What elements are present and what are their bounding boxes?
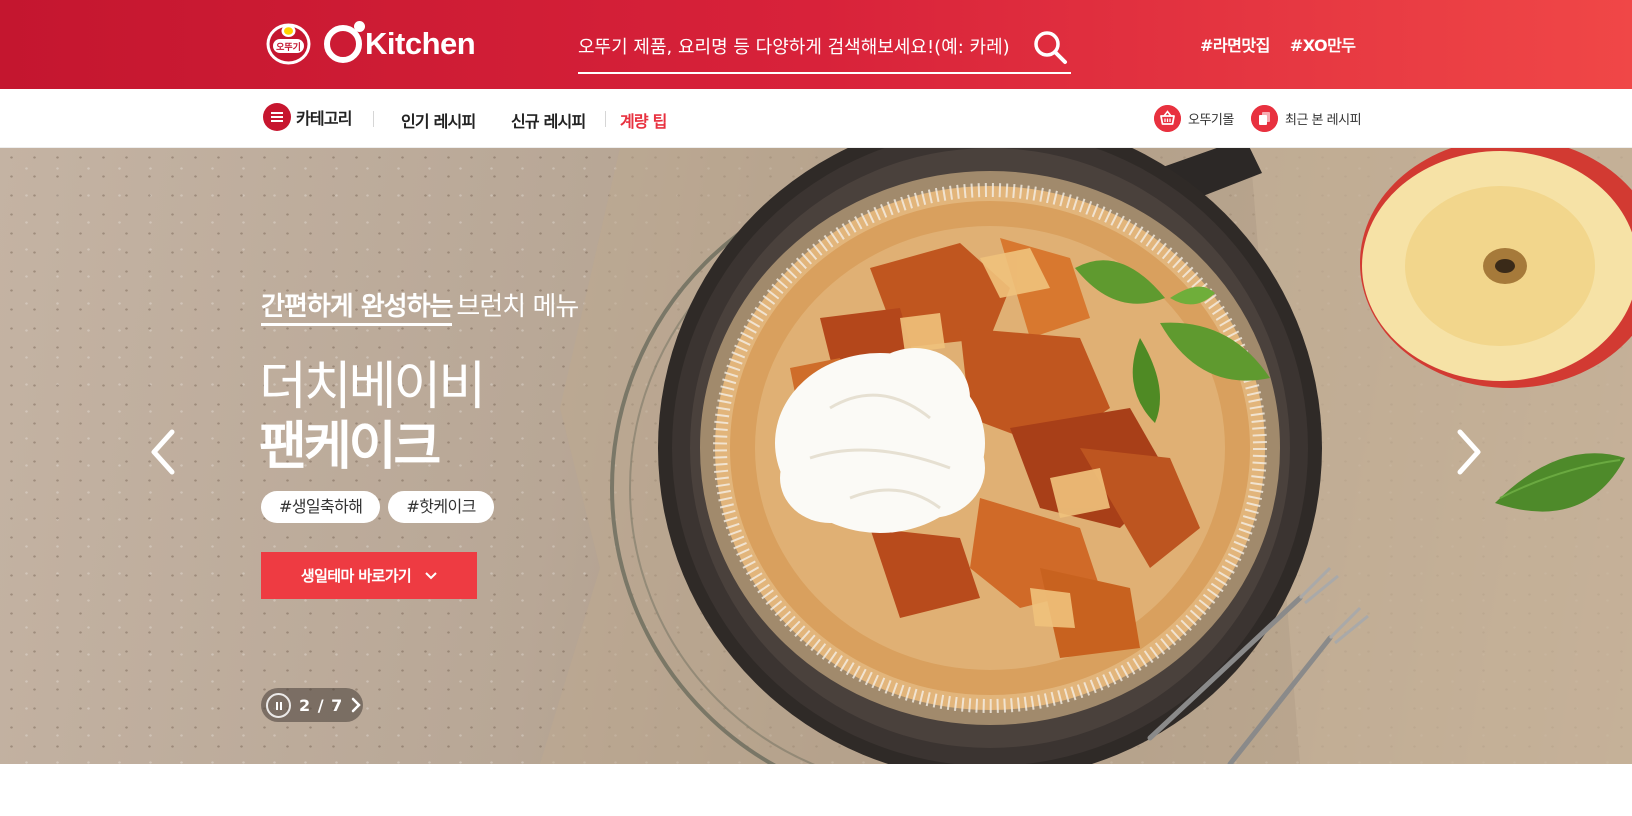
cta-label: 생일테마 바로가기 xyxy=(300,567,412,585)
menu-icon xyxy=(263,103,291,131)
trending-tags: #라면맛집 #XO만두 xyxy=(1200,32,1356,56)
search-bar xyxy=(578,24,1071,74)
slide-counter: 2 / 7 xyxy=(299,695,344,715)
ottogi-logo[interactable]: 오뚜기 xyxy=(265,22,312,66)
slide-pager: 2 / 7 xyxy=(261,688,363,722)
chevron-right-icon[interactable] xyxy=(1452,428,1484,476)
ottogi-mall-link[interactable]: 오뚜기몰 xyxy=(1154,105,1234,132)
hero-hashtags: #생일축하해 #핫케이크 xyxy=(261,491,494,523)
ottogi-mall-label: 오뚜기몰 xyxy=(1188,113,1234,128)
basket-icon xyxy=(1154,105,1181,132)
category-label: 카테고리 xyxy=(296,109,352,128)
pause-icon[interactable] xyxy=(266,692,291,718)
okitchen-o-mark xyxy=(324,21,365,63)
nav-link-measuring-tips[interactable]: 계량 팁 xyxy=(620,108,667,132)
top-header: 오뚜기 Kitchen #라면맛집 #XO만두 xyxy=(0,0,1632,89)
hero-eyebrow: 간편하게 완성하는 브런치 메뉴 xyxy=(261,286,579,326)
category-button[interactable]: 카테고리 xyxy=(263,103,352,131)
main-nav: 카테고리 인기 레시피 신규 레시피 계량 팁 오뚜기몰 최근 본 레시피 xyxy=(0,89,1632,148)
recent-recipes-link[interactable]: 최근 본 레시피 xyxy=(1251,105,1362,132)
nav-divider xyxy=(605,111,606,127)
ottogi-logo-text: 오뚜기 xyxy=(276,41,301,53)
brand-name: Kitchen xyxy=(365,26,476,61)
search-icon[interactable] xyxy=(1031,28,1069,66)
recent-recipes-label: 최근 본 레시피 xyxy=(1285,113,1362,128)
trending-tag[interactable]: #라면맛집 xyxy=(1200,32,1270,56)
chevron-down-icon xyxy=(425,571,437,579)
trending-tag[interactable]: #XO만두 xyxy=(1290,32,1356,56)
search-input[interactable] xyxy=(578,32,1018,62)
hero-hashtag[interactable]: #핫케이크 xyxy=(388,491,494,523)
okitchen-logo[interactable]: Kitchen xyxy=(324,21,476,66)
nav-link-popular[interactable]: 인기 레시피 xyxy=(401,108,476,132)
hero-eyebrow-strong: 간편하게 완성하는 xyxy=(261,292,453,326)
chevron-right-icon[interactable] xyxy=(351,697,362,713)
hero-hashtag[interactable]: #생일축하해 xyxy=(261,491,381,523)
hero-banner: 간편하게 완성하는 브런치 메뉴 더치베이비 팬케이크 #생일축하해 #핫케이크 … xyxy=(0,148,1632,764)
chevron-left-icon[interactable] xyxy=(148,428,180,476)
recent-icon xyxy=(1251,105,1278,132)
nav-divider xyxy=(373,111,374,127)
hero-food-image xyxy=(540,148,1632,764)
nav-link-new[interactable]: 신규 레시피 xyxy=(511,108,586,132)
hero-title-line2: 팬케이크 xyxy=(259,417,441,477)
birthday-theme-button[interactable]: 생일테마 바로가기 xyxy=(261,552,477,599)
hero-eyebrow-rest: 브런치 메뉴 xyxy=(456,292,579,322)
